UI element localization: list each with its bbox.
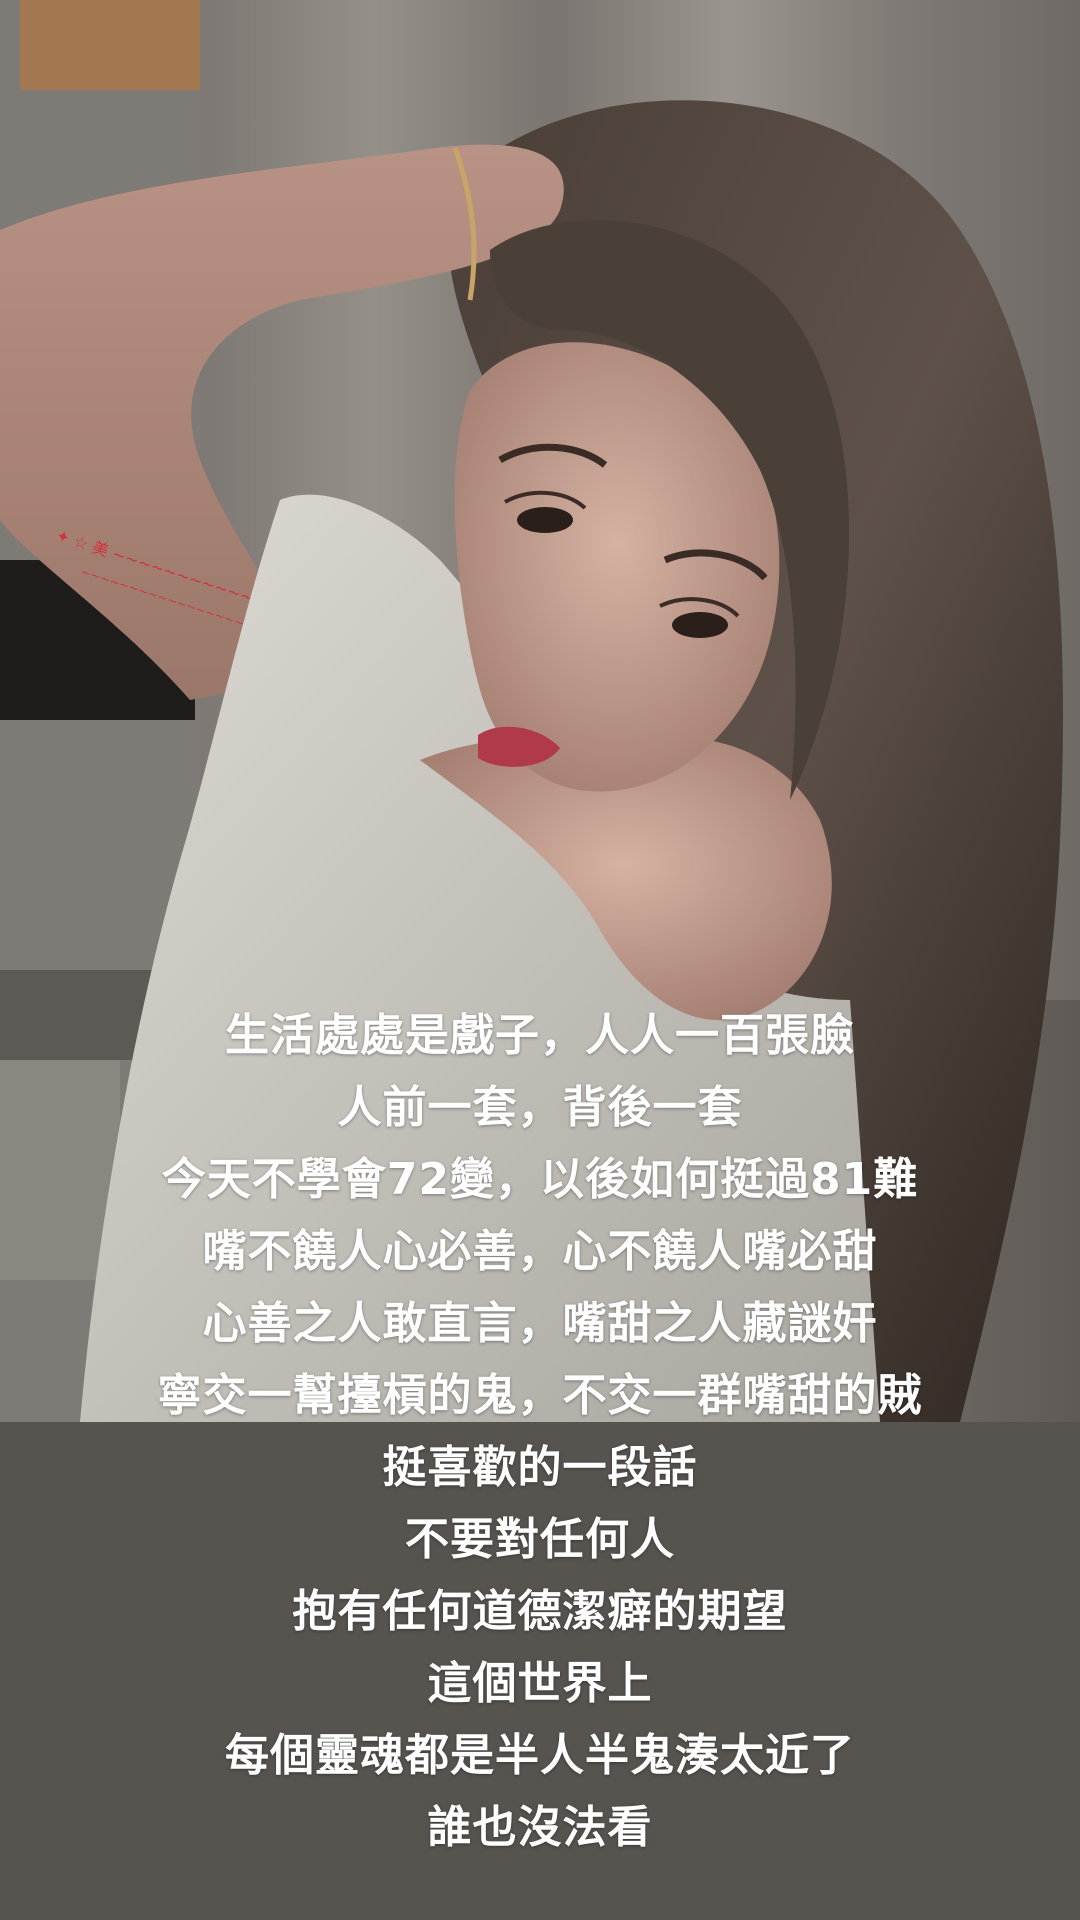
caption-line: 抱有任何道德潔癖的期望: [292, 1586, 788, 1637]
caption-line: 心善之人敢直言，嘴甜之人藏謎奸: [202, 1298, 878, 1349]
caption-line: 誰也沒法看: [427, 1802, 653, 1853]
caption-line: 人前一套，背後一套: [337, 1082, 743, 1133]
caption-line: 嘴不饒人心必善，心不饒人嘴必甜: [202, 1226, 878, 1277]
caption-line: 今天不學會72變，以後如何挺過81難: [161, 1154, 919, 1205]
story-caption: 生活處處是戲子，人人一百張臉 人前一套，背後一套 今天不學會72變，以後如何挺過…: [0, 1000, 1080, 1864]
caption-line: 這個世界上: [427, 1658, 653, 1709]
caption-line: 不要對任何人: [405, 1514, 675, 1565]
caption-line: 每個靈魂都是半人半鬼湊太近了: [225, 1730, 855, 1781]
caption-line: 寧交一幫擡槓的鬼，不交一群嘴甜的賊: [157, 1370, 923, 1421]
caption-line: 挺喜歡的一段話: [382, 1442, 698, 1493]
story-view: ✦ ☆ 美 ~~~~~~~~~~~~ ~~~~~~~~~~~~~~~~~~~~~…: [0, 0, 1080, 1920]
caption-line: 生活處處是戲子，人人一百張臉: [225, 1010, 855, 1061]
